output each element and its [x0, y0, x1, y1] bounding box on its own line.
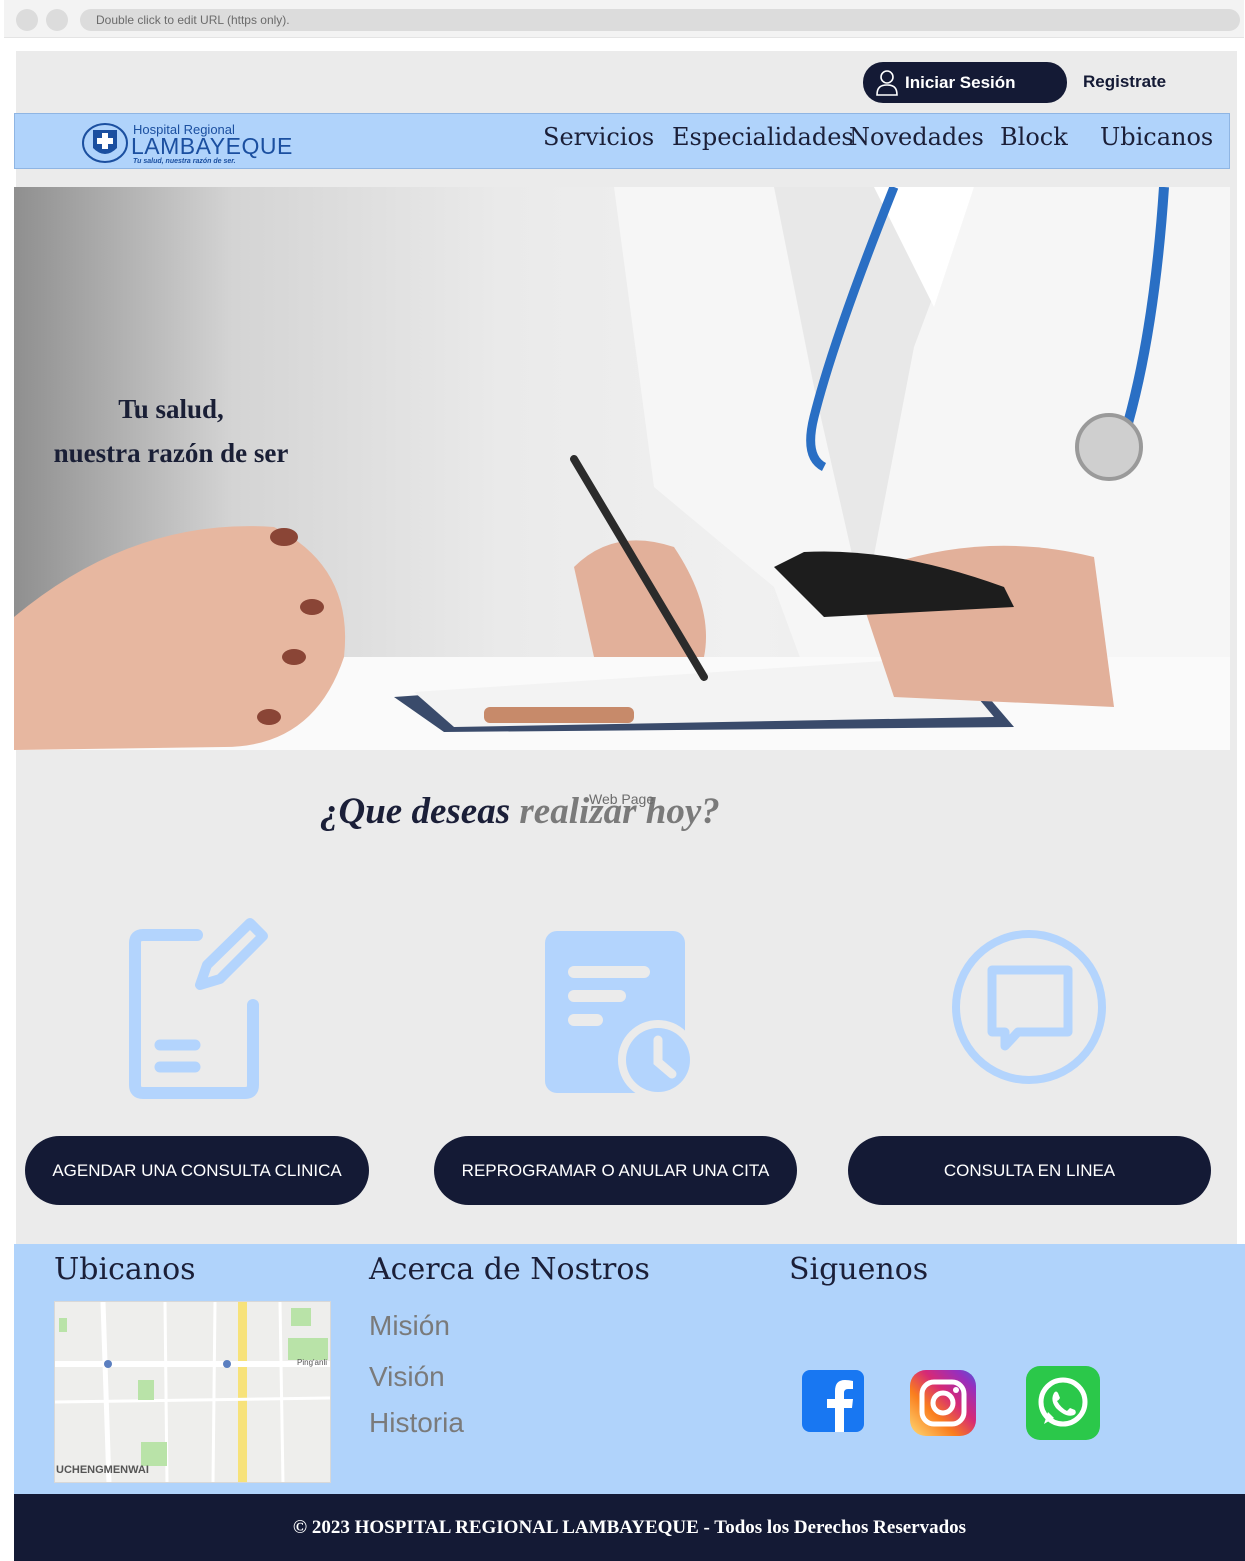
login-button[interactable]: Iniciar Sesión [863, 62, 1067, 103]
footer-link-mision[interactable]: Misión [369, 1310, 450, 1342]
hero-banner: Tu salud, nuestra razón de ser [14, 187, 1230, 750]
instagram-icon[interactable] [910, 1370, 976, 1436]
web-page-label: Web Page [589, 791, 655, 807]
nav-item-servicios[interactable]: Servicios [543, 123, 654, 151]
window-dot-minimize[interactable] [46, 9, 68, 31]
browser-chrome: Double click to edit URL (https only). [4, 0, 1244, 38]
nav-item-ubicanos[interactable]: Ubicanos [1100, 123, 1213, 151]
document-clock-icon[interactable] [540, 928, 700, 1100]
reschedule-appointment-button[interactable]: REPROGRAMAR O ANULAR UNA CITA [434, 1136, 797, 1205]
copyright-bar: © 2023 HOSPITAL REGIONAL LAMBAYEQUE - To… [14, 1494, 1245, 1561]
user-icon [876, 69, 898, 96]
register-link[interactable]: Registrate [1083, 72, 1166, 92]
map-label-pinganli: Ping'anli [297, 1358, 327, 1367]
online-consult-button[interactable]: CONSULTA EN LINEA [848, 1136, 1211, 1205]
section-question: ¿Que deseas realizar hoy? [320, 790, 720, 833]
chat-bubble-icon[interactable] [950, 928, 1108, 1086]
footer-follow-title: Siguenos [789, 1252, 929, 1287]
hero-line1: Tu salud, [118, 394, 224, 424]
footer-link-vision[interactable]: Visión [369, 1361, 445, 1393]
logo-tagline: Tu salud, nuestra razón de ser. [133, 158, 236, 165]
schedule-appointment-button[interactable]: AGENDAR UNA CONSULTA CLINICA [25, 1136, 369, 1205]
footer-ubicanos-title: Ubicanos [54, 1252, 196, 1287]
edit-document-icon[interactable] [125, 915, 270, 1100]
url-bar[interactable]: Double click to edit URL (https only). [80, 9, 1240, 31]
hero-line2: nuestra razón de ser [53, 438, 289, 468]
nav-item-block[interactable]: Block [1000, 123, 1068, 151]
question-part1: ¿Que deseas [320, 791, 520, 832]
navbar: Hospital Regional LAMBAYEQUE Tu salud, n… [14, 113, 1230, 169]
logo-line2: LAMBAYEQUE [131, 133, 293, 159]
nav-item-novedades[interactable]: Novedades [849, 123, 984, 151]
hospital-logo[interactable]: Hospital Regional LAMBAYEQUE Tu salud, n… [81, 120, 292, 165]
map-label-district: UCHENGMENWAI [56, 1464, 149, 1476]
window-dot-close[interactable] [16, 9, 38, 31]
hero-tagline: Tu salud, nuestra razón de ser [46, 387, 296, 475]
facebook-icon[interactable] [802, 1370, 864, 1432]
location-map[interactable]: Ping'anli UCHENGMENWAI [54, 1301, 331, 1483]
hospital-crest-icon [82, 123, 128, 163]
whatsapp-icon[interactable] [1026, 1366, 1100, 1440]
nav-item-especialidades[interactable]: Especialidades [672, 123, 854, 151]
footer-about-title: Acerca de Nostros [369, 1252, 650, 1287]
footer-link-historia[interactable]: Historia [369, 1407, 464, 1439]
login-label: Iniciar Sesión [905, 72, 1016, 92]
